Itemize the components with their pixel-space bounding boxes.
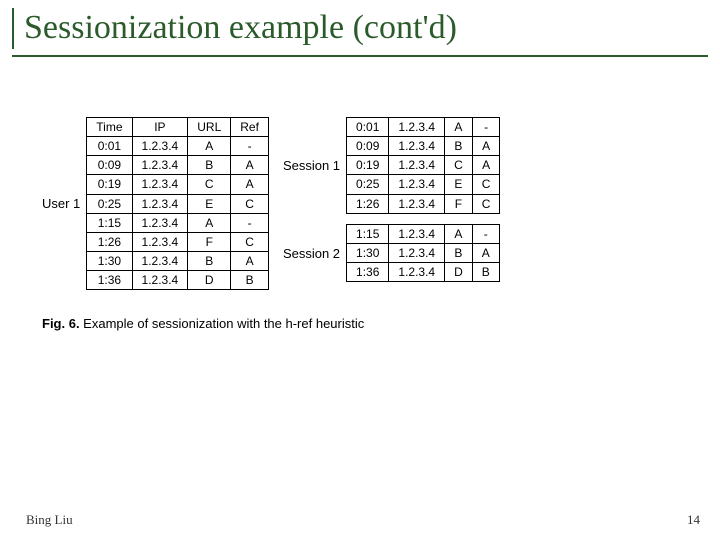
table-row: 1:261.2.3.4FC: [347, 194, 500, 213]
session-block: Session 1 0:011.2.3.4A- 0:091.2.3.4BA 0:…: [283, 117, 501, 214]
footer-author: Bing Liu: [26, 512, 73, 528]
col-url: URL: [188, 117, 231, 136]
footer-page-number: 14: [687, 512, 700, 528]
session-table: 1:151.2.3.4A- 1:301.2.3.4BA 1:361.2.3.4D…: [346, 224, 500, 283]
session-label: Session 1: [283, 158, 340, 173]
slide: Sessionization example (cont'd) User 1 T…: [0, 0, 720, 540]
table-row: 1:151.2.3.4A-: [87, 213, 269, 232]
table-row: 1:361.2.3.4DB: [87, 271, 269, 290]
figure-caption: Fig. 6. Example of sessionization with t…: [42, 316, 678, 331]
table-row: 0:091.2.3.4BA: [347, 136, 500, 155]
session-block: Session 2 1:151.2.3.4A- 1:301.2.3.4BA 1:…: [283, 224, 501, 283]
table-row: 1:261.2.3.4FC: [87, 232, 269, 251]
col-ip: IP: [132, 117, 188, 136]
col-time: Time: [87, 117, 132, 136]
user-table: Time IP URL Ref 0:011.2.3.4A- 0:091.2.3.…: [86, 117, 269, 291]
session-label: Session 2: [283, 246, 340, 261]
col-ref: Ref: [231, 117, 269, 136]
caption-label: Fig. 6.: [42, 316, 80, 331]
tables-layout: User 1 Time IP URL Ref 0:011.2.3.4A- 0:0…: [42, 117, 678, 291]
table-row: 0:251.2.3.4EC: [87, 194, 269, 213]
table-row: 0:191.2.3.4CA: [87, 175, 269, 194]
table-row: 0:251.2.3.4EC: [347, 175, 500, 194]
table-row: 0:191.2.3.4CA: [347, 156, 500, 175]
table-row: 1:151.2.3.4A-: [347, 224, 500, 243]
sessions-column: Session 1 0:011.2.3.4A- 0:091.2.3.4BA 0:…: [283, 117, 501, 283]
table-header-row: Time IP URL Ref: [87, 117, 269, 136]
slide-content: User 1 Time IP URL Ref 0:011.2.3.4A- 0:0…: [12, 77, 708, 332]
user-column: User 1 Time IP URL Ref 0:011.2.3.4A- 0:0…: [42, 117, 269, 291]
table-row: 1:301.2.3.4BA: [347, 243, 500, 262]
table-row: 0:091.2.3.4BA: [87, 156, 269, 175]
slide-title: Sessionization example (cont'd): [12, 8, 708, 49]
table-row: 1:301.2.3.4BA: [87, 252, 269, 271]
caption-text: Example of sessionization with the h-ref…: [80, 316, 365, 331]
title-container: Sessionization example (cont'd): [12, 8, 708, 57]
table-row: 0:011.2.3.4A-: [347, 117, 500, 136]
user-label: User 1: [42, 196, 80, 211]
table-row: 0:011.2.3.4A-: [87, 136, 269, 155]
table-row: 1:361.2.3.4DB: [347, 263, 500, 282]
session-table: 0:011.2.3.4A- 0:091.2.3.4BA 0:191.2.3.4C…: [346, 117, 500, 214]
